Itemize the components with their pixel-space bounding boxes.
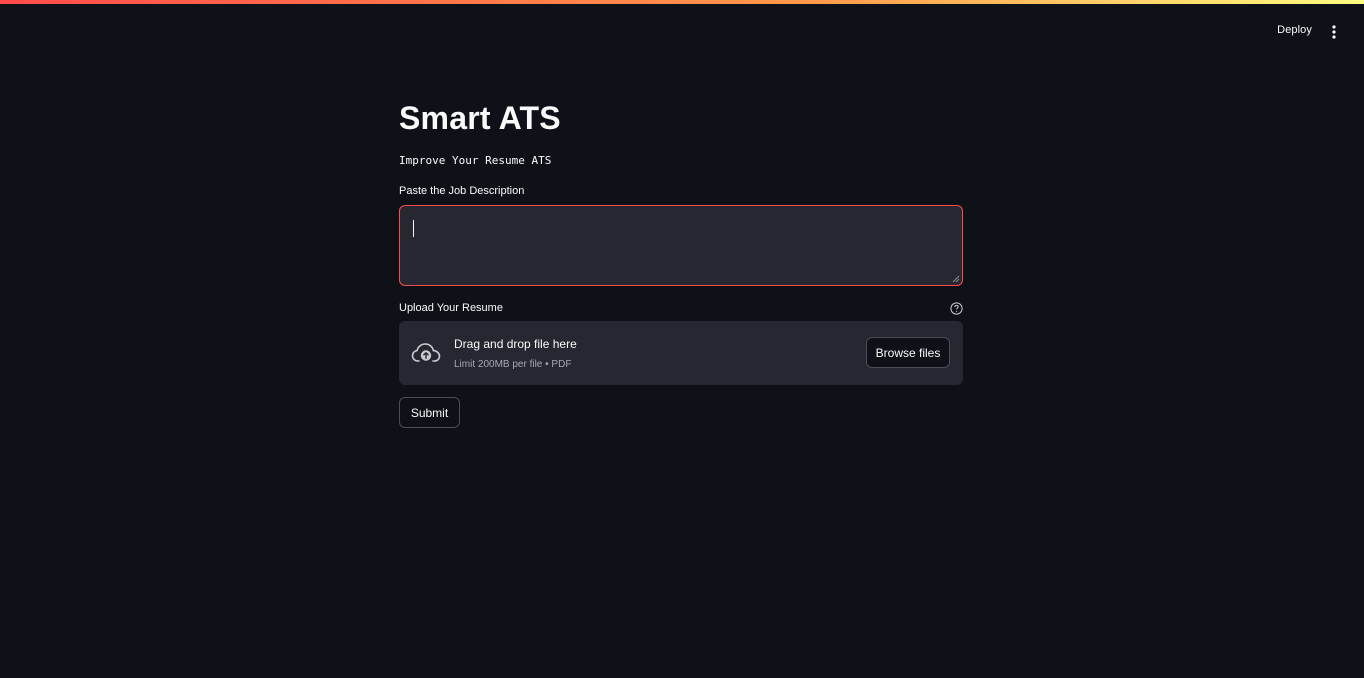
top-decoration-bar [0, 0, 1364, 4]
dropzone-limit-text: Limit 200MB per file • PDF [454, 359, 572, 370]
submit-button[interactable]: Submit [399, 397, 460, 428]
question-circle-icon[interactable] [950, 302, 963, 315]
browse-files-button[interactable]: Browse files [866, 337, 950, 368]
vertical-dots-icon [1332, 25, 1336, 39]
main-menu-button[interactable] [1326, 22, 1342, 42]
main-content: Smart ATS Improve Your Resume ATS Paste … [399, 96, 963, 428]
page-subtitle: Improve Your Resume ATS [399, 154, 552, 167]
job-description-label: Paste the Job Description [399, 185, 525, 197]
upload-resume-label: Upload Your Resume [399, 302, 503, 314]
resize-grip-icon[interactable] [952, 275, 960, 283]
job-description-input[interactable] [400, 206, 962, 285]
text-caret [413, 220, 414, 237]
dropzone-title: Drag and drop file here [454, 337, 577, 351]
app-header: Deploy [0, 20, 1364, 44]
page-title: Smart ATS [399, 100, 561, 136]
cloud-upload-icon [411, 343, 441, 362]
job-description-field[interactable] [399, 205, 963, 286]
deploy-button[interactable]: Deploy [1277, 24, 1312, 36]
file-dropzone[interactable]: Drag and drop file here Limit 200MB per … [399, 321, 963, 385]
